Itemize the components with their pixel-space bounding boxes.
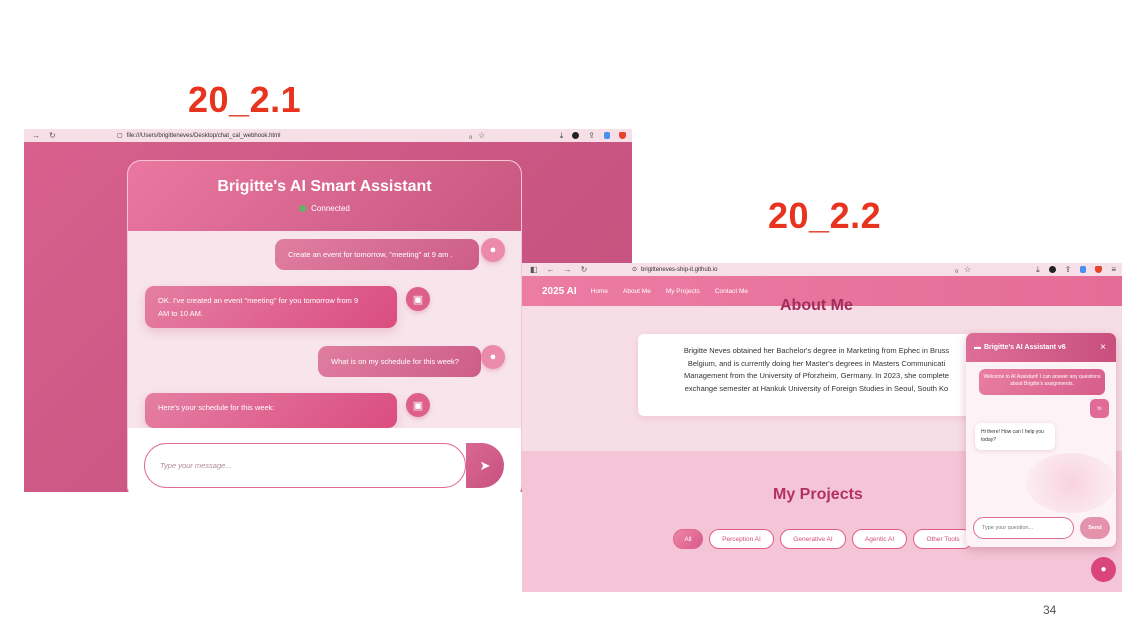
slide: 20_2.1 20_2.2 → ↻ ▢ file:///Users/brigit… [0,0,1144,628]
page-number: 34 [1043,603,1057,617]
projects-title: My Projects [773,486,863,503]
bot-message: OK. I've created an event "meeting" for … [145,286,397,328]
message-text: What is on my schedule for this week? [331,357,459,366]
filter-perception-ai-button[interactable]: Perception AI [709,529,774,549]
flag-icon: ▬ [974,344,981,351]
page-icon: ▢ [117,133,123,139]
download-icon[interactable]: ⤓ [1036,265,1040,275]
chat-input-area: Type your message... ➤ [128,428,521,492]
nav-link-projects[interactable]: My Projects [666,288,700,295]
download-icon[interactable]: ⤓ [560,131,564,141]
user-message: What is on my schedule for this week? [318,346,481,377]
nav-link-home[interactable]: Home [591,288,608,295]
filter-generative-ai-button[interactable]: Generative AI [780,529,846,549]
user-avatar-icon: ● [481,238,505,262]
chat-title: Brigitte's AI Smart Assistant [217,178,432,195]
nav-link-about[interactable]: About Me [623,288,651,295]
nav-link-contact[interactable]: Contact Me [715,288,748,295]
share-icon[interactable]: ⇪ [1065,265,1072,274]
filter-all-button[interactable]: All [673,529,703,549]
connection-status: Connected [128,204,521,213]
filter-agentic-ai-button[interactable]: Agentic AI [852,529,907,549]
sidebar-icon[interactable]: ◧ [530,265,538,274]
browser-toolbar: ◧ ← → ↻ ⊙ brigitteneves-ship-it.github.i… [522,263,1122,276]
message-text: Here's your schedule for this week: [158,403,275,412]
browser-url-actions: ₐ ☆ [955,265,971,274]
translate-icon[interactable]: ₐ [469,131,472,140]
decorative-blur [1026,453,1116,513]
back-arrow-icon[interactable]: ← [547,265,555,274]
forward-arrow-icon[interactable]: → [564,265,572,274]
about-heading: About Me [780,297,853,314]
share-icon[interactable]: ⇪ [588,131,595,140]
message-text-line: OK. I've created an event "meeting" for … [158,296,359,305]
slide-title-right: 20_2.2 [768,195,882,236]
translate-icon[interactable]: ₐ [955,265,958,274]
assistant-title: Brigitte's AI Assistant v6 [984,344,1066,351]
browser-extensions: ⤓ ⇪ [560,131,626,141]
bot-message: Here's your schedule for this week: [145,393,397,428]
about-text-line: Management from the University of Pforzh… [684,371,949,380]
chat-bubbles-icon: ● [1100,564,1107,575]
reload-icon[interactable]: ↻ [49,131,56,140]
about-card: Brigitte Neves obtained her Bachelor's d… [638,334,983,416]
user-message: Create an event for tomorrow, "meeting" … [275,239,479,270]
browser-url-actions: ₐ ☆ [469,131,485,140]
back-arrow-icon[interactable]: → [32,131,40,140]
about-text-line: Brigitte Neves obtained her Bachelor's d… [683,346,950,355]
address-bar[interactable]: ▢ file:///Users/brigitteneves/Desktop/ch… [117,132,281,140]
input-placeholder: Type your message... [160,461,232,470]
ai-assistant-widget: ▬ Brigitte's AI Assistant v6 × Welcome t… [966,333,1116,547]
browser-extensions: ⤓ ⇪ ≡ [1036,265,1116,275]
chat-header: Brigitte's AI Smart Assistant Connected [128,161,521,231]
about-text-line: Belgium, and is currently doing her Mast… [687,358,946,368]
browser-toolbar: → ↻ ▢ file:///Users/brigitteneves/Deskto… [24,129,632,142]
filter-other-tools-button[interactable]: Other Tools [913,529,973,549]
browser-nav: → ↻ [24,131,56,140]
message-text: Create an event for tomorrow, "meeting" … [288,250,453,259]
chat-toggle-button[interactable]: ● [1091,557,1116,582]
extension-dark-icon[interactable] [1048,266,1056,273]
bot-avatar-icon: ▣ [406,287,430,311]
user-avatar-icon: ● [481,345,505,369]
send-button[interactable]: Send [1080,517,1110,539]
site-brand[interactable]: 2025 AI [542,286,577,297]
brave-shield-icon[interactable] [619,132,626,139]
extension-blue-icon[interactable] [604,132,610,139]
message-text-line: AM to 10 AM. [158,309,204,318]
bot-message: Hi there! How can I help you today? [975,423,1055,450]
bot-avatar-icon: ▣ [406,393,430,417]
status-dot-icon [299,205,307,212]
extension-dark-icon[interactable] [572,132,580,139]
extension-blue-icon[interactable] [1080,266,1087,273]
about-text-line: exchange semester at Hankuk University o… [684,383,949,393]
welcome-message: Welcome to AI Assistant! I can answer an… [979,369,1105,395]
brave-shield-icon[interactable] [1095,266,1103,273]
chat-panel: Brigitte's AI Smart Assistant Connected … [127,160,522,492]
question-input[interactable]: Type your question... [973,517,1074,539]
browser-nav: ◧ ← → ↻ [522,265,587,274]
user-message: hi [1090,399,1109,418]
screenshot-portfolio-site: ◧ ← → ↻ ⊙ brigitteneves-ship-it.github.i… [522,263,1122,592]
reload-icon[interactable]: ↻ [581,265,588,274]
send-icon: ➤ [479,457,491,473]
star-icon[interactable]: ☆ [964,265,971,274]
close-icon[interactable]: × [1100,342,1106,353]
lock-icon: ⊙ [632,267,638,273]
address-bar[interactable]: ⊙ brigitteneves-ship-it.github.io [632,266,718,274]
assistant-header: ▬ Brigitte's AI Assistant v6 × [966,333,1116,362]
message-input[interactable]: Type your message... [144,443,466,488]
status-text: Connected [311,204,350,213]
url-text: file:///Users/brigitteneves/Desktop/chat… [126,132,281,139]
url-text: brigitteneves-ship-it.github.io [641,266,718,273]
slide-title-left: 20_2.1 [188,79,302,120]
star-icon[interactable]: ☆ [478,131,485,140]
send-button[interactable]: ➤ [466,443,504,488]
menu-icon[interactable]: ≡ [1111,265,1116,274]
